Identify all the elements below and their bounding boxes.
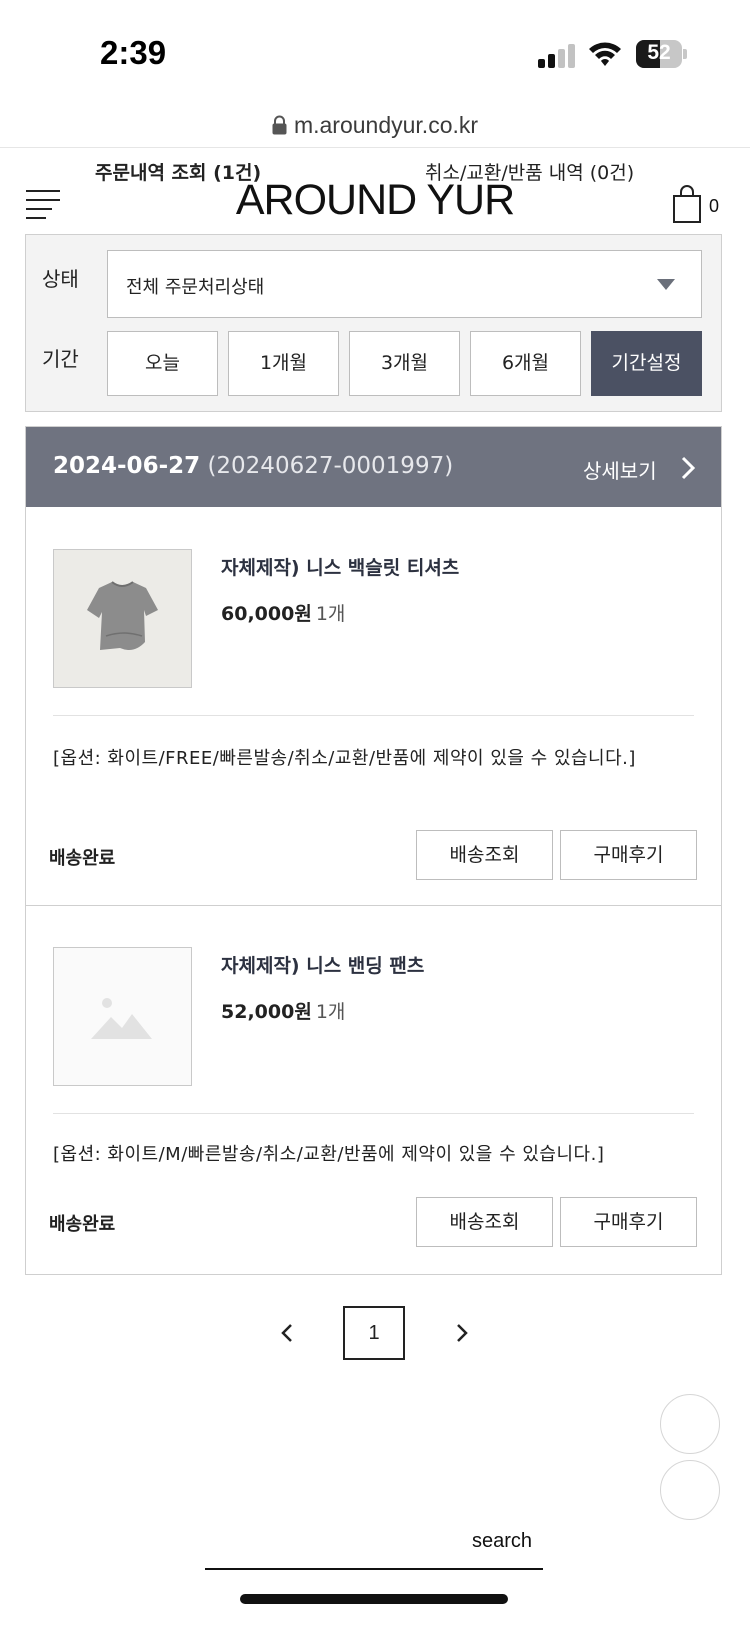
cart-button[interactable]: 0 bbox=[673, 184, 733, 228]
period-today-button[interactable]: 오늘 bbox=[107, 331, 218, 396]
lock-icon bbox=[272, 115, 287, 135]
chevron-right-icon[interactable] bbox=[680, 455, 696, 481]
image-placeholder-icon bbox=[91, 998, 152, 1039]
delivery-status: 배송완료 bbox=[49, 1214, 116, 1235]
shopping-bag-icon bbox=[673, 185, 701, 223]
previous-page-icon[interactable] bbox=[279, 1322, 295, 1344]
period-6month-button[interactable]: 6개월 bbox=[470, 331, 581, 396]
period-3month-button[interactable]: 3개월 bbox=[349, 331, 460, 396]
track-delivery-button[interactable]: 배송조회 bbox=[416, 1197, 553, 1247]
order-header: 2024-06-27 (20240627-0001997) 상세보기 bbox=[26, 427, 721, 507]
product-image[interactable] bbox=[53, 549, 192, 688]
cart-count: 0 bbox=[709, 196, 720, 216]
period-1month-button[interactable]: 1개월 bbox=[228, 331, 339, 396]
product-qty: 1개 bbox=[315, 603, 346, 625]
order-item: 자체제작) 니스 밴딩 팬츠 52,000원 1개 [옵션: 화이트/M/빠른발송… bbox=[26, 905, 721, 1275]
scroll-bottom-button[interactable] bbox=[660, 1460, 720, 1520]
period-label: 기간 bbox=[42, 347, 79, 371]
product-name[interactable]: 자체제작) 니스 백슬릿 티셔츠 bbox=[221, 553, 459, 580]
dropdown-arrow-icon bbox=[657, 279, 675, 290]
url-bar[interactable]: m.aroundyur.co.kr bbox=[0, 108, 750, 148]
order-card: 2024-06-27 (20240627-0001997) 상세보기 자체제작)… bbox=[25, 426, 722, 1275]
status-select[interactable]: 전체 주문처리상태 bbox=[107, 250, 702, 318]
cellular-signal-icon bbox=[538, 44, 576, 68]
status-bar: 2:39 52 bbox=[0, 0, 750, 100]
search-label[interactable]: search bbox=[472, 1530, 532, 1553]
product-option: [옵션: 화이트/FREE/빠른발송/취소/교환/반품에 제약이 있을 수 있습… bbox=[53, 748, 636, 769]
track-delivery-button[interactable]: 배송조회 bbox=[416, 830, 553, 880]
order-number: (20240627-0001997) bbox=[207, 453, 454, 479]
scroll-top-button[interactable] bbox=[660, 1394, 720, 1454]
site-logo[interactable]: AROUND YUR bbox=[230, 176, 520, 225]
url-text: m.aroundyur.co.kr bbox=[293, 112, 479, 138]
product-qty: 1개 bbox=[315, 1001, 346, 1023]
battery-icon: 52 bbox=[636, 40, 687, 68]
write-review-button[interactable]: 구매후기 bbox=[560, 830, 697, 880]
product-option: [옵션: 화이트/M/빠른발송/취소/교환/반품에 제약이 있을 수 있습니다.… bbox=[53, 1144, 605, 1165]
tshirt-image-icon bbox=[87, 581, 158, 650]
home-indicator[interactable] bbox=[240, 1594, 508, 1604]
hamburger-menu-icon[interactable] bbox=[26, 190, 62, 220]
order-date: 2024-06-27 bbox=[53, 453, 201, 479]
search-underline bbox=[205, 1568, 543, 1570]
battery-percent: 52 bbox=[647, 41, 671, 64]
next-page-icon[interactable] bbox=[454, 1322, 470, 1344]
product-name[interactable]: 자체제작) 니스 밴딩 팬츠 bbox=[221, 951, 424, 978]
site-header: 주문내역 조회 (1건) 취소/교환/반품 내역 (0건) AROUND YUR… bbox=[0, 150, 750, 232]
order-filter: 상태 전체 주문처리상태 기간 오늘 1개월 3개월 6개월 기간설정 bbox=[25, 234, 722, 412]
status-time: 2:39 bbox=[100, 34, 167, 71]
status-select-value: 전체 주문처리상태 bbox=[126, 277, 265, 298]
status-label: 상태 bbox=[42, 267, 79, 291]
current-page[interactable]: 1 bbox=[343, 1306, 405, 1360]
period-custom-button[interactable]: 기간설정 bbox=[591, 331, 702, 396]
write-review-button[interactable]: 구매후기 bbox=[560, 1197, 697, 1247]
order-item: 자체제작) 니스 백슬릿 티셔츠 60,000원 1개 [옵션: 화이트/FREE… bbox=[26, 507, 721, 891]
wifi-icon bbox=[589, 42, 621, 66]
order-detail-link[interactable]: 상세보기 bbox=[583, 455, 657, 484]
delivery-status: 배송완료 bbox=[49, 848, 116, 869]
product-price: 52,000원 1개 bbox=[221, 1001, 346, 1023]
product-image[interactable] bbox=[53, 947, 192, 1086]
product-price: 60,000원 1개 bbox=[221, 603, 346, 625]
